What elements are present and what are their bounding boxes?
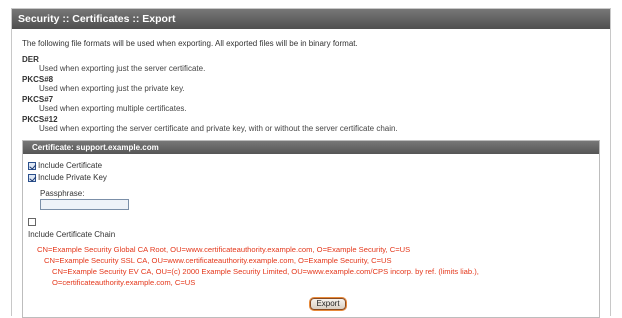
include-private-key-row[interactable]: Include Private Key [28, 173, 107, 182]
chain-entry: CN=Example Security Global CA Root, OU=w… [37, 245, 411, 254]
certificate-box: Certificate: support.example.com Include… [22, 140, 600, 318]
format-pkcs8: PKCS#8 Used when exporting just the priv… [22, 75, 185, 93]
passphrase-label: Passphrase: [40, 189, 85, 198]
include-private-key-label: Include Private Key [38, 173, 107, 182]
include-chain-checkbox[interactable] [28, 218, 36, 226]
format-name: PKCS#8 [22, 75, 54, 84]
export-button[interactable]: Export [310, 298, 346, 310]
format-desc: Used when exporting multiple certificate… [39, 104, 187, 113]
format-desc: Used when exporting just the private key… [39, 84, 185, 93]
format-pkcs12: PKCS#12 Used when exporting the server c… [22, 115, 398, 133]
include-chain-checkbox-row[interactable] [28, 218, 38, 226]
format-name: PKCS#12 [22, 115, 58, 124]
include-chain-row: Include Certificate Chain [28, 230, 115, 239]
include-certificate-row[interactable]: Include Certificate [28, 161, 102, 170]
include-certificate-checkbox[interactable] [28, 161, 36, 170]
passphrase-input[interactable] [40, 199, 129, 210]
format-desc: Used when exporting just the server cert… [39, 64, 206, 73]
format-name: DER [22, 55, 39, 64]
certificate-header: Certificate: support.example.com [23, 141, 599, 154]
intro-text: The following file formats will be used … [22, 39, 358, 48]
include-chain-label: Include Certificate Chain [28, 230, 116, 239]
panel-title: Security :: Certificates :: Export [12, 9, 610, 29]
chain-entry: CN=Example Security SSL CA, OU=www.certi… [44, 256, 392, 265]
format-name: PKCS#7 [22, 95, 54, 104]
chain-entry: CN=Example Security EV CA, OU=(c) 2000 E… [52, 267, 479, 276]
export-panel: Security :: Certificates :: Export The f… [11, 8, 611, 318]
include-certificate-label: Include Certificate [38, 161, 103, 170]
format-desc: Used when exporting the server certifica… [39, 124, 398, 133]
format-der: DER Used when exporting just the server … [22, 55, 205, 73]
chain-entry: O=certificateauthority.example.com, C=US [52, 278, 196, 287]
include-private-key-checkbox[interactable] [28, 173, 36, 182]
format-pkcs7: PKCS#7 Used when exporting multiple cert… [22, 95, 187, 113]
